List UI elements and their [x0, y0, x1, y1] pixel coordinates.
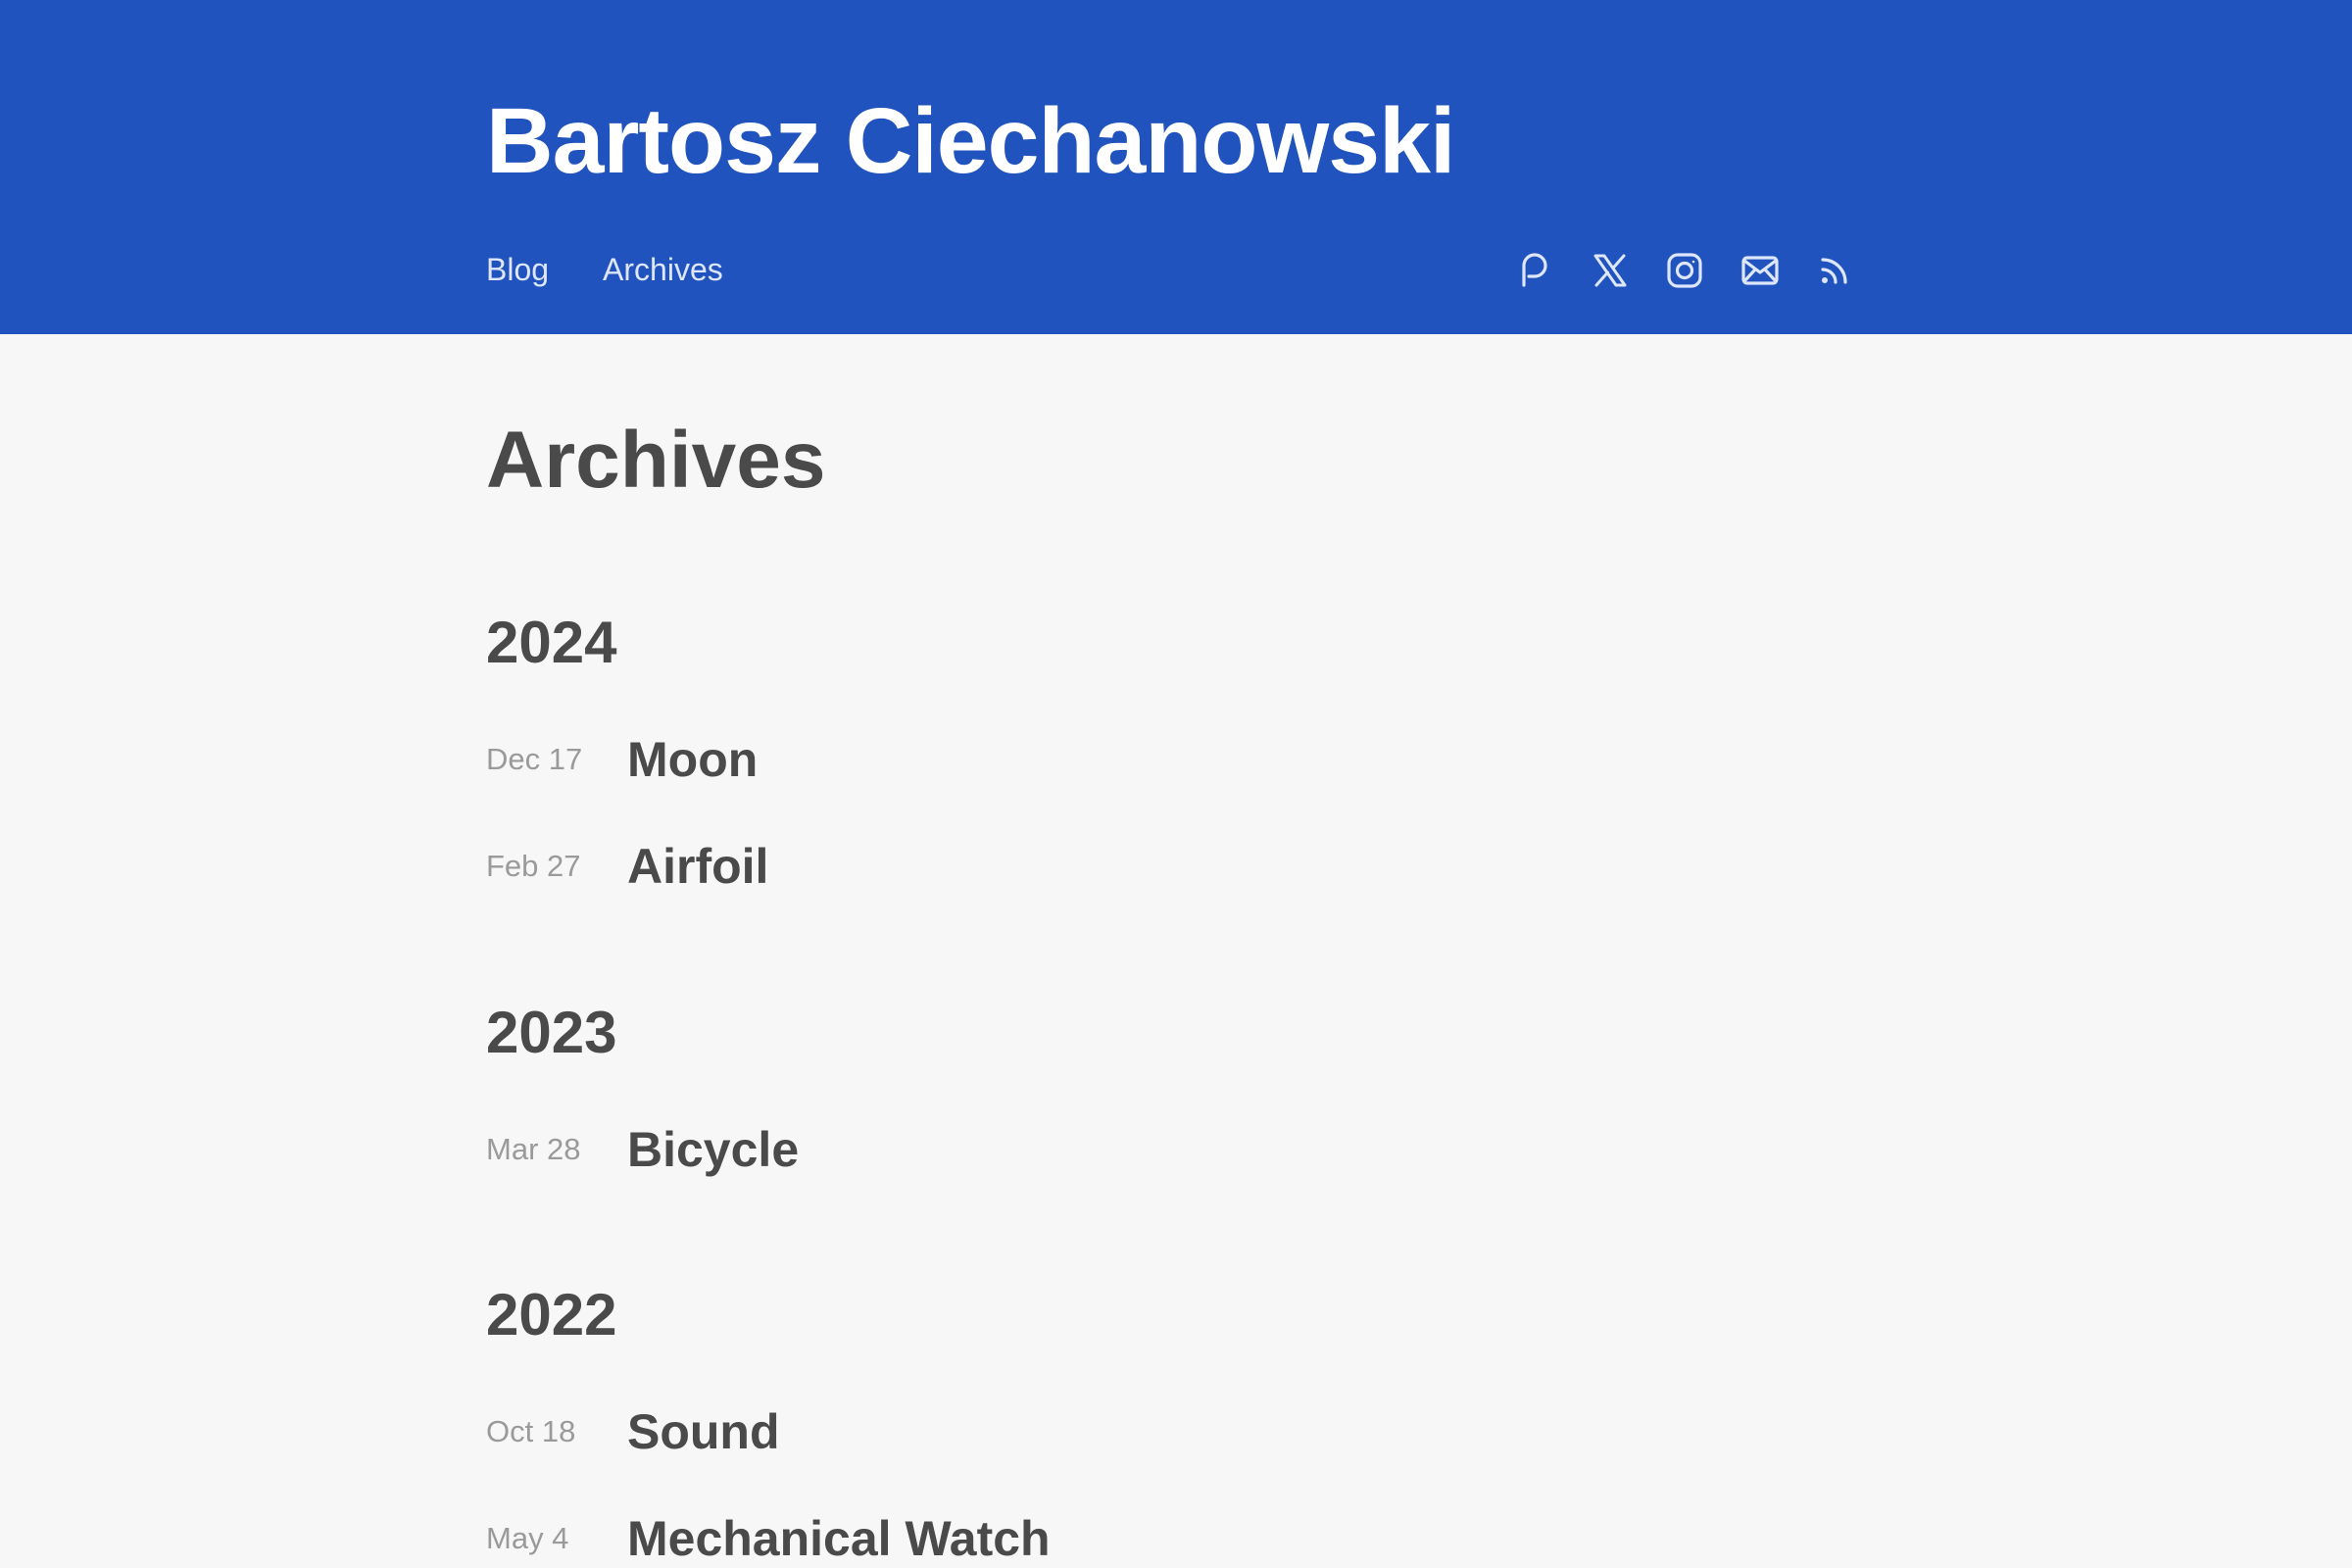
site-header: Bartosz Ciechanowski Blog Archives: [0, 0, 2352, 334]
social-links: [1513, 245, 1856, 296]
post-link-moon[interactable]: Moon: [627, 731, 758, 788]
post-date: Dec 17: [486, 742, 583, 776]
post-link-airfoil[interactable]: Airfoil: [627, 838, 768, 895]
post-item: Oct 18 Sound: [486, 1402, 780, 1461]
post-link-mechanical-watch[interactable]: Mechanical Watch: [627, 1510, 1051, 1567]
mail-icon[interactable]: [1739, 249, 1782, 292]
x-icon[interactable]: [1589, 249, 1632, 292]
nav-link-archives[interactable]: Archives: [603, 252, 723, 288]
post-item: Feb 27 Airfoil: [486, 837, 768, 896]
main-nav: Blog Archives: [486, 245, 777, 294]
rss-icon[interactable]: [1813, 249, 1856, 292]
post-link-bicycle[interactable]: Bicycle: [627, 1121, 799, 1178]
instagram-icon[interactable]: [1663, 249, 1706, 292]
post-date: Feb 27: [486, 849, 581, 883]
post-item: May 4 Mechanical Watch: [486, 1509, 1051, 1568]
year-heading-2024: 2024: [486, 610, 617, 675]
year-heading-2023: 2023: [486, 1000, 617, 1065]
post-date: Mar 28: [486, 1132, 581, 1166]
post-date: Oct 18: [486, 1414, 576, 1448]
post-link-sound[interactable]: Sound: [627, 1403, 780, 1460]
post-date: May 4: [486, 1521, 569, 1555]
post-item: Dec 17 Moon: [486, 730, 758, 789]
post-item: Mar 28 Bicycle: [486, 1120, 799, 1179]
year-heading-2022: 2022: [486, 1282, 617, 1348]
patreon-icon[interactable]: [1513, 249, 1556, 292]
nav-link-blog[interactable]: Blog: [486, 252, 549, 288]
page-title: Archives: [486, 416, 826, 505]
site-title[interactable]: Bartosz Ciechanowski: [486, 82, 1455, 200]
